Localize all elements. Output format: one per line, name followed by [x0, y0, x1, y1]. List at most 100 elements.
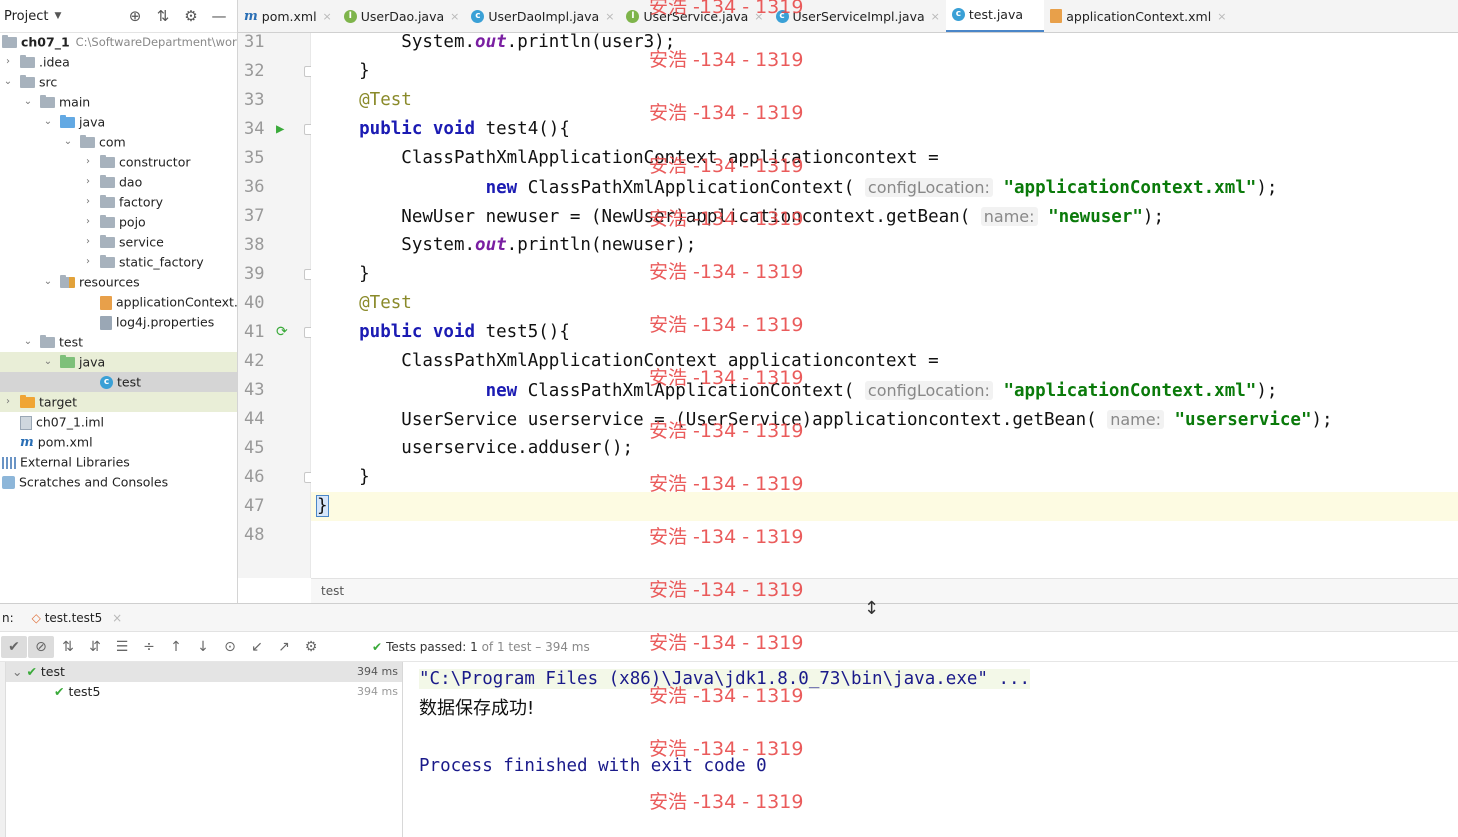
tree-node[interactable]: ⌄ java [0, 352, 237, 372]
run-toolbar: ✔ ⊘ ⇅ ⇵ ☰ ÷ ↑ ↓ ⊙ ↙ ↗ ⚙ ✔ Tests passed: 1… [0, 632, 1458, 662]
rerun-test-icon[interactable]: ⟳ [276, 318, 288, 347]
hide-panel-icon[interactable]: — [205, 7, 233, 25]
settings-icon[interactable]: ⚙ [298, 636, 324, 658]
chevron-right-icon[interactable]: › [2, 392, 14, 412]
chevron-down-icon[interactable]: ⌄ [42, 112, 54, 132]
chevron-right-icon[interactable]: › [2, 52, 14, 72]
tree-node[interactable]: m pom.xml [0, 432, 237, 452]
locate-icon[interactable]: ⊕ [121, 7, 149, 25]
project-panel: Project ▼ ⊕ ⇅ ⚙ — ⌄ ch07_1 C:\SoftwareDepa… [0, 0, 238, 603]
chevron-down-icon[interactable]: ⌄ [42, 352, 54, 372]
close-icon[interactable]: × [931, 10, 940, 23]
tree-node[interactable]: › target [0, 392, 237, 412]
close-icon[interactable]: × [1217, 10, 1226, 23]
show-passed-icon[interactable]: ✔ [1, 635, 27, 658]
project-panel-header: Project ▼ ⊕ ⇅ ⚙ — [0, 0, 237, 33]
chevron-down-icon[interactable]: ▼ [54, 11, 61, 21]
import-tests-icon[interactable]: ↙ [244, 636, 270, 658]
close-icon[interactable]: × [605, 10, 614, 23]
chevron-down-icon[interactable]: ⌄ [2, 72, 14, 92]
xml-file-icon [100, 295, 112, 310]
close-icon[interactable]: × [112, 611, 122, 625]
tests-passed-count: 1 [470, 639, 478, 654]
gear-icon[interactable]: ⚙ [177, 7, 205, 25]
run-panel: n: ◇ test.test5 × ✔ ⊘ ⇅ ⇵ ☰ ÷ ↑ ↓ ⊙ ↙ ↗ … [0, 603, 1458, 837]
history-icon[interactable]: ⊙ [217, 636, 243, 658]
chevron-down-icon[interactable]: ⌄ [22, 332, 34, 352]
class-icon: c [775, 9, 789, 23]
tree-node[interactable]: ⌄ch07_1C:\SoftwareDepartment\work [0, 32, 237, 52]
console-line: "C:\Program Files (x86)\Java\jdk1.8.0_73… [419, 665, 1458, 694]
close-icon[interactable]: × [754, 10, 763, 23]
tree-node[interactable]: ⌄ resources [0, 272, 237, 292]
collapse-all-icon[interactable]: ÷ [136, 636, 162, 658]
expand-all-icon[interactable]: ☰ [109, 636, 135, 658]
code-token: ClassPathXmlApplicationContext applicati… [317, 351, 939, 371]
tree-node[interactable]: › static_factory [0, 252, 237, 272]
tree-node[interactable]: › constructor [0, 152, 237, 172]
tree-node[interactable]: ⌄ com [0, 132, 237, 152]
tree-node[interactable]: › dao [0, 172, 237, 192]
tree-node-label: target [39, 394, 78, 410]
tree-node[interactable]: ›External Libraries [0, 452, 237, 472]
line-number-text: 33 [244, 90, 265, 110]
close-icon[interactable]: × [450, 10, 459, 23]
tab-label: applicationContext.xml [1066, 8, 1212, 24]
tree-node-label: com [99, 134, 126, 150]
chevron-down-icon[interactable]: ⌄ [42, 272, 54, 292]
sort-duration-icon[interactable]: ⇵ [82, 636, 108, 658]
tree-node[interactable]: ⌄ java [0, 112, 237, 132]
chevron-right-icon[interactable]: › [82, 152, 94, 172]
folder-icon [100, 215, 115, 228]
tree-node[interactable]: log4j.properties [0, 312, 237, 332]
test-node[interactable]: ✔ test5 394 ms [6, 682, 402, 702]
line-number-text: 48 [244, 525, 265, 545]
chevron-right-icon[interactable]: › [82, 212, 94, 232]
check-icon: ✔ [26, 664, 41, 679]
run-tab-test-test5[interactable]: ◇ test.test5 × [32, 611, 123, 625]
tree-node[interactable]: ›Scratches and Consoles [0, 472, 237, 492]
test-node-label: test [40, 664, 65, 679]
tree-node[interactable]: ⌄ src [0, 72, 237, 92]
chevron-down-icon[interactable]: ⌄ [62, 132, 74, 152]
chevron-down-icon[interactable]: ⌄ [22, 92, 34, 112]
project-view-selector[interactable]: Project [4, 9, 48, 24]
chevron-down-icon[interactable]: ⌄ [12, 664, 26, 679]
code-token: .println(newuser); [506, 235, 697, 255]
line-number: 38 [238, 231, 311, 260]
line-number-text: 44 [244, 409, 265, 429]
chevron-right-icon[interactable]: › [82, 232, 94, 252]
test-node[interactable]: ⌄ ✔ test 394 ms [6, 662, 402, 682]
chevron-right-icon[interactable]: › [82, 192, 94, 212]
tree-node[interactable]: ch07_1.iml [0, 412, 237, 432]
next-test-icon[interactable]: ↓ [190, 636, 216, 658]
tree-node[interactable]: › factory [0, 192, 237, 212]
sort-alpha-icon[interactable]: ⇅ [55, 636, 81, 658]
folder-icon [100, 155, 115, 168]
code-token: @Test [317, 90, 412, 110]
export-tests-icon[interactable]: ↗ [271, 636, 297, 658]
console-output[interactable]: "C:\Program Files (x86)\Java\jdk1.8.0_73… [404, 662, 1458, 837]
editor-breadcrumb[interactable]: test [311, 578, 1458, 603]
chevron-right-icon[interactable]: › [82, 172, 94, 192]
show-ignored-icon[interactable]: ⊘ [28, 635, 54, 658]
tree-node[interactable]: ⌄ test [0, 332, 237, 352]
line-number: 40 [238, 289, 311, 318]
tree-node-label: ch07_1 [21, 34, 70, 50]
collapse-all-icon[interactable]: ⇅ [149, 7, 177, 25]
code-token: NewUser newuser = (NewUser)applicationco… [317, 207, 981, 227]
tree-node[interactable]: › service [0, 232, 237, 252]
tree-node-label: log4j.properties [116, 314, 215, 330]
previous-test-icon[interactable]: ↑ [163, 636, 189, 658]
tree-node[interactable]: applicationContext.xml [0, 292, 237, 312]
close-icon[interactable]: × [323, 10, 332, 23]
tree-node[interactable]: › pojo [0, 212, 237, 232]
code-token: ClassPathXmlApplicationContext( [527, 178, 865, 198]
chevron-right-icon[interactable]: › [82, 252, 94, 272]
tree-node[interactable]: ⌄ main [0, 92, 237, 112]
tree-node[interactable]: c test [0, 372, 237, 392]
run-test-icon[interactable]: ▶ [276, 115, 284, 144]
tree-node[interactable]: › .idea [0, 52, 237, 72]
code-editor[interactable]: System.out.println(user3); } @Test publi… [311, 32, 1458, 578]
code-line: @Test [311, 86, 1458, 115]
